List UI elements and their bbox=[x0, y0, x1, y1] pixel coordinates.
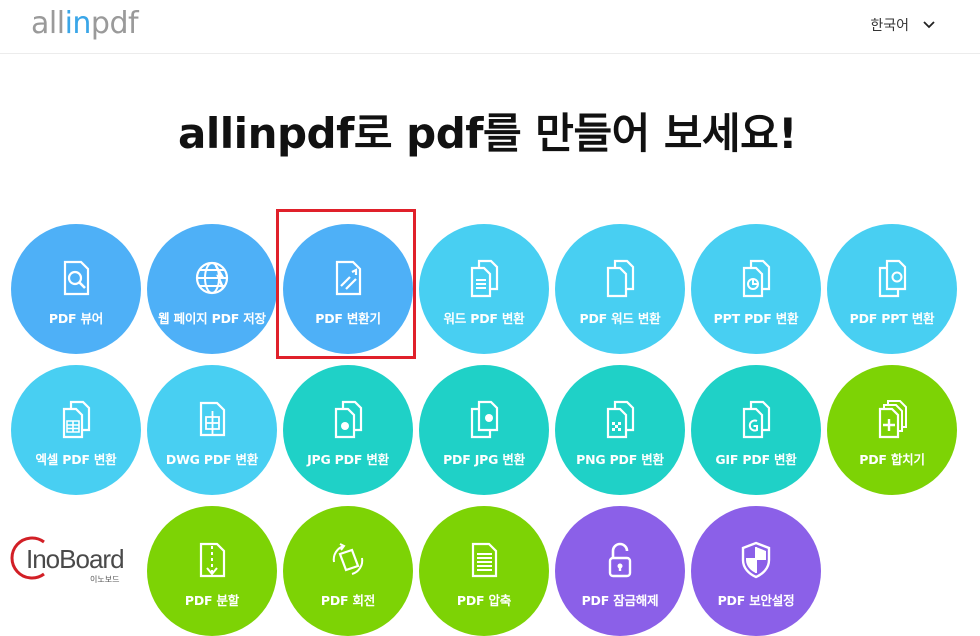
allinpdf-logo[interactable]: allinpdf bbox=[31, 4, 139, 44]
tool-pdf-to-ppt[interactable]: PDF PPT 변환 bbox=[827, 224, 957, 354]
tool-label: PDF 보안설정 bbox=[717, 592, 795, 608]
tool-label: PDF 합치기 bbox=[859, 451, 925, 467]
inoboard-watermark: InoBoard 이노보드 bbox=[10, 534, 128, 586]
tool-pdf-unlock[interactable]: PDF 잠금해제 bbox=[555, 506, 685, 636]
tool-pdf-viewer[interactable]: PDF 뷰어 bbox=[11, 224, 141, 354]
tool-label: PDF 분할 bbox=[184, 592, 240, 608]
compress-icon bbox=[462, 538, 506, 582]
tool-pdf-rotate[interactable]: PDF 회전 bbox=[283, 506, 413, 636]
watermark-sub: 이노보드 bbox=[90, 575, 120, 584]
tool-gif-to-pdf[interactable]: GIF PDF 변환 bbox=[691, 365, 821, 495]
tool-label: PDF 회전 bbox=[320, 592, 376, 608]
tool-label: GIF PDF 변환 bbox=[715, 451, 797, 467]
tool-word-to-pdf[interactable]: 워드 PDF 변환 bbox=[419, 224, 549, 354]
tool-label: PDF 잠금해제 bbox=[581, 592, 659, 608]
shield-icon bbox=[734, 538, 778, 582]
tool-dwg-to-pdf[interactable]: DWG PDF 변환 bbox=[147, 365, 277, 495]
excel-icon bbox=[54, 397, 98, 441]
tool-pdf-to-word[interactable]: PDF 워드 변환 bbox=[555, 224, 685, 354]
tool-label: DWG PDF 변환 bbox=[165, 451, 259, 467]
tool-png-to-pdf[interactable]: PNG PDF 변환 bbox=[555, 365, 685, 495]
tool-label: PDF 워드 변환 bbox=[579, 310, 661, 326]
tool-pdf-converter[interactable]: PDF 변환기 bbox=[283, 224, 413, 354]
word-doc-icon bbox=[462, 256, 506, 300]
language-label: 한국어 bbox=[870, 18, 909, 34]
watermark-text: InoBoard bbox=[26, 544, 125, 574]
tool-label: 워드 PDF 변환 bbox=[443, 310, 525, 326]
tool-label: PDF 뷰어 bbox=[48, 310, 104, 326]
dwg-icon bbox=[190, 397, 234, 441]
split-icon bbox=[190, 538, 234, 582]
chevron-down-icon bbox=[923, 21, 935, 29]
globe-icon bbox=[190, 256, 234, 300]
pdf-viewer-icon bbox=[54, 256, 98, 300]
tool-label: PDF 변환기 bbox=[315, 310, 381, 326]
png-icon bbox=[598, 397, 642, 441]
merge-icon bbox=[870, 397, 914, 441]
tool-pdf-to-jpg[interactable]: PDF JPG 변환 bbox=[419, 365, 549, 495]
unlock-icon bbox=[598, 538, 642, 582]
pdf-to-word-icon bbox=[598, 256, 642, 300]
pdf-to-jpg-icon bbox=[462, 397, 506, 441]
tool-ppt-to-pdf[interactable]: PPT PDF 변환 bbox=[691, 224, 821, 354]
tool-label: PDF JPG 변환 bbox=[443, 451, 525, 467]
pdf-convert-icon bbox=[326, 256, 370, 300]
tool-label: 웹 페이지 PDF 저장 bbox=[158, 310, 266, 326]
tool-label: JPG PDF 변환 bbox=[307, 451, 389, 467]
jpg-icon bbox=[326, 397, 370, 441]
tool-label: PDF 압축 bbox=[456, 592, 512, 608]
rotate-icon bbox=[326, 538, 370, 582]
gif-icon bbox=[734, 397, 778, 441]
tool-excel-to-pdf[interactable]: 엑셀 PDF 변환 bbox=[11, 365, 141, 495]
tool-pdf-merge[interactable]: PDF 합치기 bbox=[827, 365, 957, 495]
tool-jpg-to-pdf[interactable]: JPG PDF 변환 bbox=[283, 365, 413, 495]
tool-pdf-security[interactable]: PDF 보안설정 bbox=[691, 506, 821, 636]
tool-label: PPT PDF 변환 bbox=[713, 310, 799, 326]
page-title: allinpdf로 pdf를 만들어 보세요! bbox=[178, 109, 797, 158]
tool-pdf-compress[interactable]: PDF 압축 bbox=[419, 506, 549, 636]
language-selector[interactable]: 한국어 bbox=[870, 15, 935, 35]
tool-label: PNG PDF 변환 bbox=[576, 451, 664, 467]
tool-web-to-pdf[interactable]: 웹 페이지 PDF 저장 bbox=[147, 224, 277, 354]
tool-label: PDF PPT 변환 bbox=[849, 310, 935, 326]
tool-pdf-split[interactable]: PDF 분할 bbox=[147, 506, 277, 636]
tool-label: 엑셀 PDF 변환 bbox=[35, 451, 117, 467]
ppt-icon bbox=[734, 256, 778, 300]
pdf-to-ppt-icon bbox=[870, 256, 914, 300]
site-header: allinpdf 한국어 bbox=[0, 0, 980, 54]
